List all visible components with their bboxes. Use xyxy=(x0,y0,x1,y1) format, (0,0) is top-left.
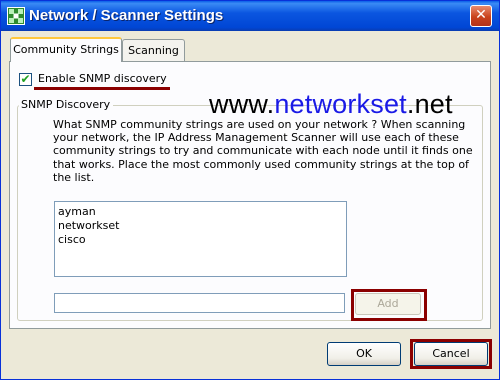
snmp-discovery-group-title: SNMP Discovery xyxy=(19,98,114,111)
new-community-string-input[interactable] xyxy=(54,293,345,313)
community-strings-list[interactable]: ayman networkset cisco xyxy=(54,201,347,277)
list-item[interactable]: ayman xyxy=(58,205,343,219)
enable-snmp-label[interactable]: Enable SNMP discovery xyxy=(38,72,167,85)
settings-dialog: Network / Scanner Settings ✕ Community S… xyxy=(0,0,500,380)
watermark-suffix: .net xyxy=(406,89,453,119)
annotation-box-cancel xyxy=(410,339,492,369)
annotation-box-add xyxy=(351,289,427,321)
enable-snmp-checkbox[interactable]: ✔ xyxy=(19,73,32,86)
annotation-underline xyxy=(34,87,170,90)
title-bar[interactable]: Network / Scanner Settings ✕ xyxy=(1,1,499,31)
watermark: www.networkset.net xyxy=(209,89,453,120)
window-title: Network / Scanner Settings xyxy=(29,7,224,24)
checkmark-icon: ✔ xyxy=(20,72,31,86)
close-button[interactable]: ✕ xyxy=(470,5,492,27)
tab-community-strings[interactable]: Community Strings xyxy=(10,37,122,62)
tab-community-strings-label: Community Strings xyxy=(13,43,119,56)
list-item[interactable]: networkset xyxy=(58,219,343,233)
ok-button[interactable]: OK xyxy=(327,342,401,366)
network-app-icon xyxy=(7,7,25,25)
watermark-domain: networkset xyxy=(274,89,407,119)
tab-scanning[interactable]: Scanning xyxy=(122,39,185,61)
tab-scanning-label: Scanning xyxy=(128,44,179,57)
snmp-description: What SNMP community strings are used on … xyxy=(53,118,473,184)
watermark-prefix: www. xyxy=(209,89,275,119)
list-item[interactable]: cisco xyxy=(58,233,343,247)
close-icon: ✕ xyxy=(475,7,487,23)
